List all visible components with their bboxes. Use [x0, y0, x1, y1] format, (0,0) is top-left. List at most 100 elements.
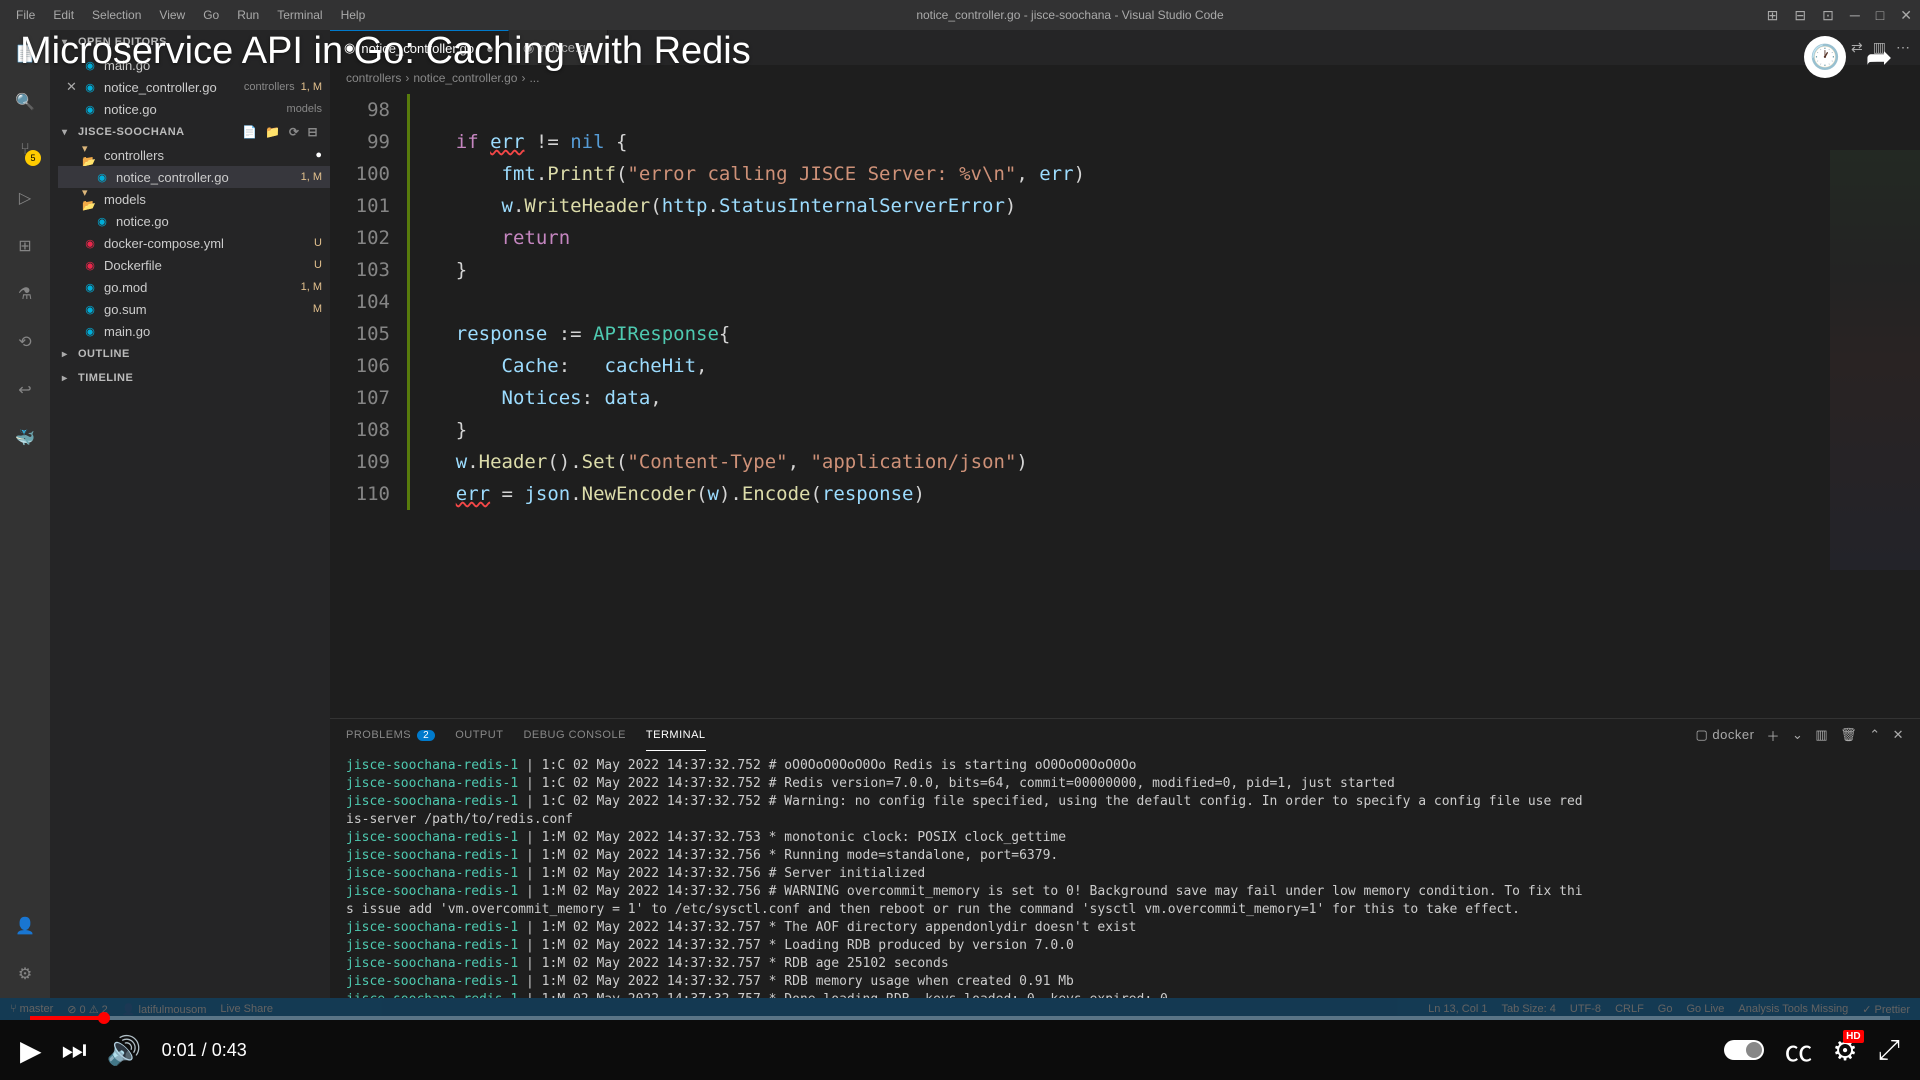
testing-icon[interactable]: ⚗ [11, 280, 39, 308]
prettier[interactable]: ✓ Prettier [1862, 1003, 1910, 1016]
menu-terminal[interactable]: Terminal [269, 4, 330, 26]
time-display: 0:01 / 0:43 [162, 1040, 247, 1061]
chevron-right-icon: ▸ [62, 373, 74, 384]
play-button[interactable]: ▶ [20, 1034, 42, 1067]
open-editor-item[interactable]: ✕◉notice_controller.gocontrollers1, M [58, 76, 330, 98]
project-header[interactable]: ▾ JISCE-SOOCHANA 📄 📁 ⟳ ⊟ [50, 120, 330, 144]
tab-size[interactable]: Tab Size: 4 [1501, 1003, 1555, 1015]
file-tree: ▾ 📂controllers●◉notice_controller.go1, M… [50, 144, 330, 342]
remote-icon[interactable]: ⟲ [11, 328, 39, 356]
chevron-down-icon[interactable]: ⌄ [1792, 727, 1803, 743]
menu-go[interactable]: Go [195, 4, 227, 26]
menu-run[interactable]: Run [229, 4, 267, 26]
menu-help[interactable]: Help [333, 4, 374, 26]
layout-icon[interactable]: ⊟ [1794, 7, 1806, 24]
tree-item[interactable]: ◉main.go [58, 320, 330, 342]
menu-view[interactable]: View [151, 4, 193, 26]
docker-icon[interactable]: 🐳 [11, 424, 39, 452]
maximize-icon[interactable]: □ [1876, 7, 1884, 24]
volume-icon[interactable]: 🔊 [107, 1034, 142, 1067]
panel-tabs: PROBLEMS 2 OUTPUT DEBUG CONSOLE TERMINAL… [330, 719, 1920, 751]
terminal-output[interactable]: jisce-soochana-redis-1 | 1:C 02 May 2022… [330, 751, 1920, 998]
code-content[interactable]: if err != nil { fmt.Printf("error callin… [410, 90, 1920, 718]
split-terminal-icon[interactable]: ▥ [1815, 727, 1828, 743]
tab-output[interactable]: OUTPUT [455, 719, 503, 751]
new-file-icon[interactable]: 📄 [242, 125, 257, 139]
tree-item[interactable]: ▾ 📂models [58, 188, 330, 210]
autoplay-toggle[interactable] [1724, 1040, 1764, 1060]
folder-icon: ▾ 📂 [82, 191, 98, 207]
menu-selection[interactable]: Selection [84, 4, 149, 26]
activity-bar: 📄 🔍 ⑂5 ▷ ⊞ ⚗ ⟲ ↩ 🐳 👤 ⚙ [0, 30, 50, 998]
tree-item[interactable]: ◉notice.go [58, 210, 330, 232]
tree-item[interactable]: ◉go.sumM [58, 298, 330, 320]
go-icon: ◉ [82, 101, 98, 117]
tab-debug-console[interactable]: DEBUG CONSOLE [523, 719, 625, 751]
tree-item[interactable]: ◉go.mod1, M [58, 276, 330, 298]
tree-item[interactable]: ◉DockerfileU [58, 254, 330, 276]
minimize-icon[interactable]: ─ [1850, 7, 1860, 24]
timeline-header[interactable]: ▸ TIMELINE [50, 366, 330, 390]
scm-icon[interactable]: ⑂5 [11, 136, 39, 164]
open-editor-item[interactable]: ◉notice.gomodels [58, 98, 330, 120]
menu-edit[interactable]: Edit [45, 4, 82, 26]
yml-icon: ◉ [82, 235, 98, 251]
menu-file[interactable]: File [8, 4, 43, 26]
breadcrumb-item[interactable]: controllers [346, 71, 401, 85]
go-live[interactable]: Go Live [1686, 1003, 1724, 1015]
chevron-right-icon: ▸ [62, 349, 74, 360]
next-button[interactable]: ⏭ [62, 1034, 87, 1067]
back-icon[interactable]: ↩ [11, 376, 39, 404]
layout-icon[interactable]: ⊞ [1767, 7, 1779, 24]
settings-icon[interactable]: ⚙HD [1832, 1034, 1857, 1067]
maximize-panel-icon[interactable]: ⌃ [1869, 727, 1880, 743]
outline-header[interactable]: ▸ OUTLINE [50, 342, 330, 366]
progress-bar[interactable] [30, 1016, 1890, 1020]
go-icon: ◉ [94, 169, 110, 185]
tab-terminal[interactable]: TERMINAL [646, 719, 706, 751]
watch-later-icon[interactable]: 🕐 [1804, 36, 1846, 78]
editor-area: ◉notice_controller.go●◉notice.go ⇄ ▥ ⋯ c… [330, 30, 1920, 998]
go-icon: ◉ [82, 279, 98, 295]
search-icon[interactable]: 🔍 [11, 88, 39, 116]
extensions-icon[interactable]: ⊞ [11, 232, 39, 260]
captions-icon[interactable]: ㏄ [1784, 1030, 1812, 1070]
collapse-icon[interactable]: ⊟ [307, 125, 318, 139]
new-terminal-icon[interactable]: ＋ [1766, 726, 1780, 745]
account-icon[interactable]: 👤 [11, 912, 39, 940]
title-bar: FileEditSelectionViewGoRunTerminalHelp n… [0, 0, 1920, 30]
breadcrumb-item[interactable]: ... [529, 71, 539, 85]
trash-icon[interactable]: 🗑 [1840, 727, 1857, 743]
code-editor[interactable]: 9899100101102103104105106107108109110 if… [330, 90, 1920, 718]
share-icon[interactable]: ➦ [1858, 36, 1900, 78]
terminal-picker[interactable]: ▢ docker [1696, 727, 1755, 743]
tree-item[interactable]: ▾ 📂controllers● [58, 144, 330, 166]
run-icon[interactable]: ▷ [11, 184, 39, 212]
video-controls: ▶ ⏭ 🔊 0:01 / 0:43 ㏄ ⚙HD ⤢ [0, 1020, 1920, 1080]
refresh-icon[interactable]: ⟳ [289, 125, 300, 139]
user-status[interactable]: 👤 latifulmousom [122, 1003, 207, 1016]
eol[interactable]: CRLF [1615, 1003, 1644, 1015]
tab-problems[interactable]: PROBLEMS 2 [346, 719, 435, 751]
new-folder-icon[interactable]: 📁 [265, 125, 280, 139]
video-title: Microservice API in Go: Caching with Red… [20, 30, 751, 73]
encoding[interactable]: UTF-8 [1570, 1003, 1601, 1015]
close-icon[interactable]: ✕ [1900, 7, 1912, 24]
breadcrumb-item[interactable]: notice_controller.go [413, 71, 517, 85]
cursor-pos[interactable]: Ln 13, Col 1 [1428, 1003, 1487, 1015]
branch[interactable]: ⑂ master [10, 1003, 53, 1015]
tree-item[interactable]: ◉notice_controller.go1, M [58, 166, 330, 188]
go-icon: ◉ [82, 301, 98, 317]
chevron-down-icon: ▾ [62, 127, 74, 138]
layout-icon[interactable]: ⊡ [1822, 7, 1834, 24]
gear-icon[interactable]: ⚙ [11, 960, 39, 988]
close-panel-icon[interactable]: ✕ [1893, 727, 1904, 743]
analysis[interactable]: Analysis Tools Missing [1738, 1003, 1848, 1015]
minimap[interactable] [1830, 150, 1920, 570]
language[interactable]: Go [1658, 1003, 1673, 1015]
close-icon[interactable]: ✕ [66, 79, 77, 95]
folder-icon: ▾ 📂 [82, 147, 98, 163]
live-share[interactable]: Live Share [220, 1003, 273, 1015]
exit-fullscreen-icon[interactable]: ⤢ [1878, 1034, 1900, 1067]
tree-item[interactable]: ◉docker-compose.ymlU [58, 232, 330, 254]
